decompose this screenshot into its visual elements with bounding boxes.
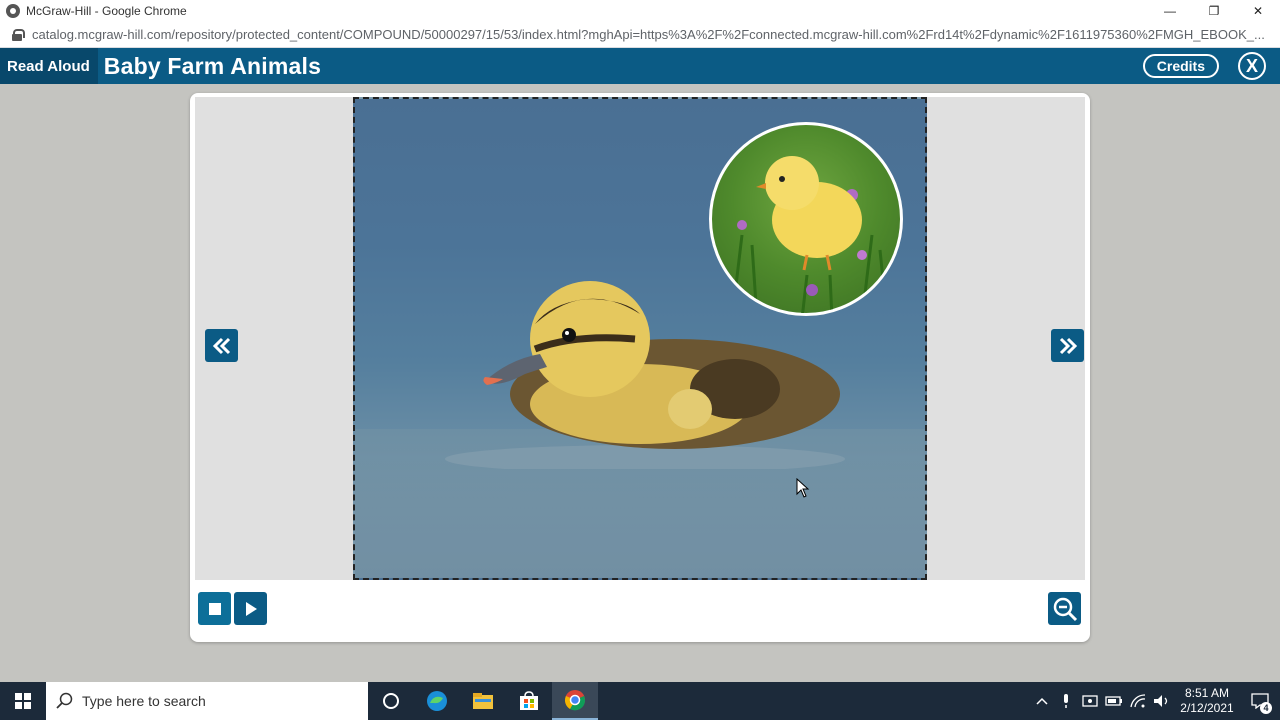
stop-button[interactable] [198, 592, 231, 625]
windows-start-icon [15, 693, 31, 709]
restore-icon[interactable]: ❐ [1192, 0, 1236, 22]
battery-icon[interactable] [1102, 682, 1126, 720]
start-button[interactable] [0, 682, 46, 720]
search-placeholder[interactable]: Type here to search [82, 693, 206, 709]
stop-icon [208, 602, 221, 615]
url-text[interactable]: catalog.mcgraw-hill.com/repository/prote… [32, 27, 1272, 42]
credits-button[interactable]: Credits [1142, 54, 1219, 78]
minimize-icon[interactable]: — [1148, 0, 1192, 22]
window-controls: — ❐ ✕ [1148, 0, 1280, 22]
clock-date: 2/12/2021 [1180, 701, 1234, 715]
system-tray: 8:51 AM 2/12/2021 4 [1030, 682, 1280, 720]
close-reader-button[interactable]: X [1238, 52, 1266, 80]
chrome-icon [565, 690, 585, 711]
file-explorer-icon [473, 693, 493, 709]
lock-icon[interactable] [12, 28, 25, 41]
read-aloud-label: Read Aloud [0, 48, 98, 84]
wifi-icon[interactable] [1126, 682, 1150, 720]
cortana-button[interactable] [368, 682, 414, 720]
microphone-icon[interactable] [1054, 682, 1078, 720]
previous-page-button[interactable] [205, 329, 238, 362]
chrome-taskbar-button[interactable] [552, 682, 598, 720]
store-taskbar-button[interactable] [506, 682, 552, 720]
app-header: Read Aloud Baby Farm Animals Credits X [0, 48, 1280, 84]
zoom-out-icon [1053, 597, 1077, 621]
notification-count-badge: 4 [1260, 702, 1272, 714]
edge-icon [427, 691, 447, 711]
prev-page-icon [212, 337, 230, 354]
play-icon [245, 601, 257, 616]
chick-inset-image [709, 122, 903, 316]
play-button[interactable] [234, 592, 267, 625]
address-bar[interactable]: catalog.mcgraw-hill.com/repository/prote… [0, 22, 1280, 48]
cortana-icon [383, 693, 399, 709]
show-hidden-icons-icon[interactable] [1030, 682, 1054, 720]
window-title: McGraw-Hill - Google Chrome [26, 4, 187, 18]
page-stage [195, 97, 1085, 580]
next-page-button[interactable] [1051, 329, 1084, 362]
taskbar-clock[interactable]: 8:51 AM 2/12/2021 [1174, 686, 1240, 716]
chrome-logo-icon [6, 4, 20, 18]
zoom-out-button[interactable] [1048, 592, 1081, 625]
reader-panel [190, 93, 1090, 642]
windows-taskbar: Type here to search 8:51 AM 2/12/2021 4 [0, 682, 1280, 720]
mouse-cursor-icon [796, 478, 810, 498]
taskbar-search-box[interactable]: Type here to search [46, 682, 368, 720]
close-window-icon[interactable]: ✕ [1236, 0, 1280, 22]
browser-titlebar: McGraw-Hill - Google Chrome — ❐ ✕ [0, 0, 1280, 22]
defender-icon[interactable] [1078, 682, 1102, 720]
action-center-button[interactable]: 4 [1240, 682, 1280, 720]
store-icon [520, 691, 538, 710]
clock-time: 8:51 AM [1184, 686, 1230, 700]
file-explorer-taskbar-button[interactable] [460, 682, 506, 720]
volume-icon[interactable] [1150, 682, 1174, 720]
search-icon [56, 692, 73, 709]
edge-taskbar-button[interactable] [414, 682, 460, 720]
next-page-icon [1059, 337, 1077, 354]
book-title: Baby Farm Animals [103, 52, 322, 79]
page-illustration [353, 97, 927, 580]
